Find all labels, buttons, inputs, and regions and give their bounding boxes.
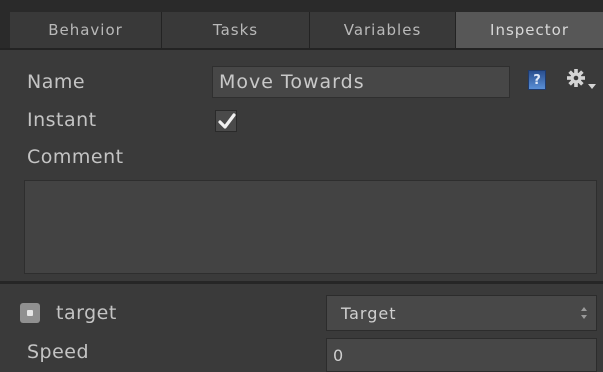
tab-variables[interactable]: Variables	[310, 12, 456, 48]
tab-bar: Behavior Tasks Variables Inspector	[0, 0, 603, 50]
gear-dropdown-icon[interactable]	[564, 66, 598, 94]
tab-tasks[interactable]: Tasks	[162, 12, 310, 48]
speed-variable-label: Speed	[27, 341, 90, 363]
help-book-icon[interactable]: ?	[528, 70, 546, 90]
name-label: Name	[27, 71, 86, 93]
name-input[interactable]: Move Towards	[212, 66, 510, 98]
section-divider	[0, 281, 603, 284]
tab-behavior[interactable]: Behavior	[10, 12, 162, 48]
comment-label: Comment	[27, 146, 124, 168]
tab-inspector[interactable]: Inspector	[456, 12, 603, 48]
instant-label: Instant	[27, 109, 97, 131]
updown-arrows-icon	[581, 307, 587, 319]
checkmark-icon	[218, 113, 236, 129]
tab-tasks-label: Tasks	[212, 21, 259, 39]
speed-input-value: 0	[333, 345, 344, 365]
tab-inspector-label: Inspector	[490, 21, 569, 39]
shared-variable-icon[interactable]	[20, 303, 40, 323]
tab-bar-divider	[0, 48, 603, 50]
comment-textarea[interactable]	[24, 180, 597, 274]
target-dropdown-value: Target	[341, 303, 397, 323]
speed-input[interactable]: 0	[326, 338, 597, 372]
target-dropdown[interactable]: Target	[326, 295, 597, 331]
instant-checkbox[interactable]	[215, 110, 237, 132]
name-input-value: Move Towards	[219, 71, 365, 93]
target-variable-label: target	[56, 302, 117, 324]
tab-variables-label: Variables	[343, 21, 422, 39]
tab-behavior-label: Behavior	[48, 21, 123, 39]
